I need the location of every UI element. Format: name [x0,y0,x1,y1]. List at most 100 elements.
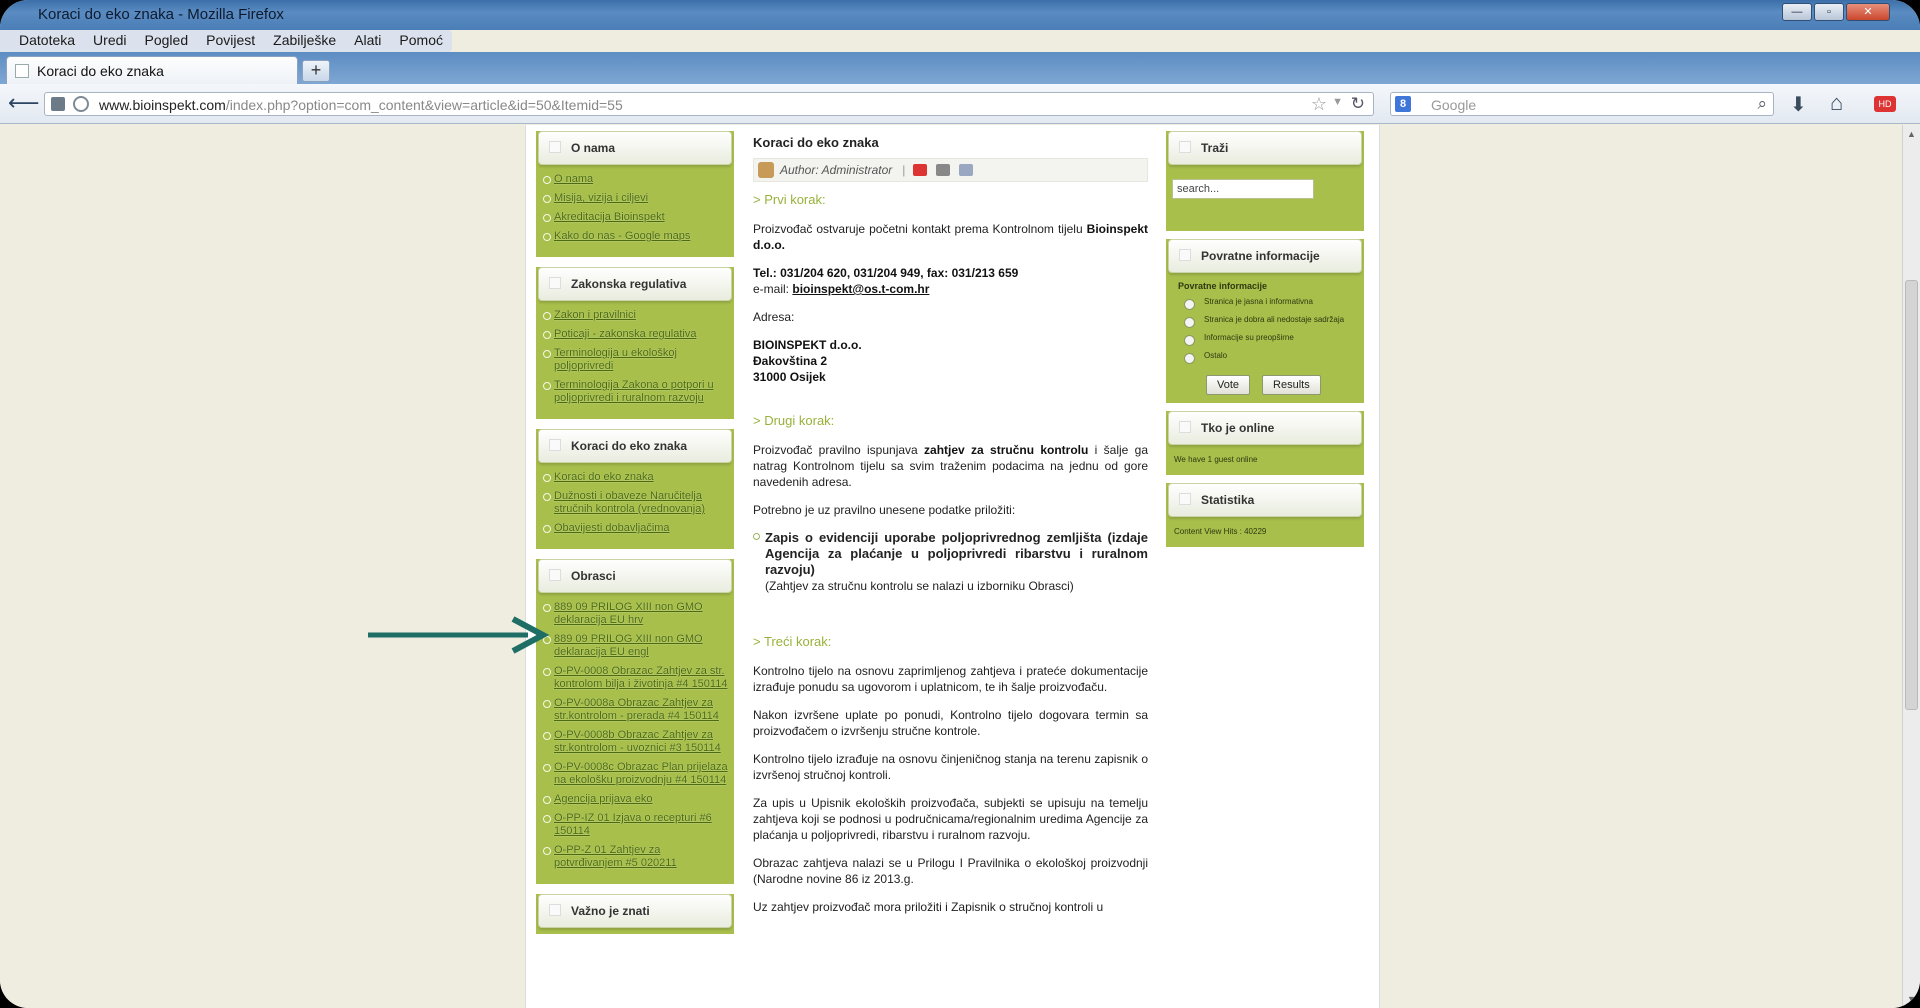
paragraph: Kontrolno tijelo na osnovu zaprimljenog … [753,664,1148,694]
online-text: We have 1 guest online [1174,455,1258,464]
module-header-icon [1179,141,1191,153]
menu-history[interactable]: Povijest [197,30,264,52]
module-title: Koraci do eko znaka [571,439,688,453]
pdf-icon[interactable] [913,164,928,176]
search-bar[interactable]: 8 Google ⌕ [1390,92,1774,116]
author-bar: Author: Administrator | [753,158,1148,182]
list-item: 889 09 PRILOG XIII non GMO deklaracija E… [542,633,728,659]
navigation-toolbar: ⟵ www.bioinspekt.com/index.php?option=co… [0,84,1920,124]
module-title: Obrasci [571,569,616,583]
nav-link[interactable]: 889 09 PRILOG XIII non GMO deklaracija E… [554,601,703,626]
nav-link[interactable]: Agencija prijava eko [554,793,652,805]
close-button[interactable]: ✕ [1846,3,1890,21]
poll-option[interactable]: Ostalo [1166,351,1364,369]
menu-help[interactable]: Pomoć [390,30,452,52]
tab-strip: Koraci do eko znaka + [0,52,1920,84]
address-label: Adresa: [753,310,795,324]
addon-icon[interactable]: HD [1874,96,1896,112]
poll-buttons: Vote Results [1166,369,1364,395]
step-heading: > Prvi korak: [753,192,826,207]
poll-option[interactable]: Stranica je jasna i informativna [1166,297,1364,315]
scroll-down-arrow-icon[interactable]: ▼ [1907,994,1916,1004]
nav-link[interactable]: Kako do nas - Google maps [554,230,690,242]
nav-link[interactable]: O-PV-0008a Obrazac Zahtjev za str.kontro… [554,697,719,722]
new-tab-button[interactable]: + [302,60,330,82]
nav-link-current[interactable]: Koraci do eko znaka [554,471,654,483]
list-item: Zakon i pravilnici [542,309,728,322]
vote-button[interactable]: Vote [1206,375,1251,395]
nav-link[interactable]: Poticaji - zakonska regulativa [554,328,696,340]
module-obrasci: Obrasci 889 09 PRILOG XIII non GMO dekla… [536,559,734,884]
home-icon[interactable]: ⌂ [1830,90,1843,116]
list-item: O-PP-IZ 01 Izjava o recepturi #6 150114 [542,812,728,838]
nav-link[interactable]: O-PV-0008b Obrazac Zahtjev za str.kontro… [554,729,721,754]
radio-button[interactable] [1184,353,1195,364]
module-vazno-je-znati: Važno je znati [536,894,734,934]
window-controls: — ▫ ✕ [1782,3,1890,21]
minimize-button[interactable]: — [1782,3,1812,21]
paragraph: Proizvođač pravilno ispunjava zahtjev za… [753,443,1148,489]
maximize-button[interactable]: ▫ [1814,3,1844,21]
url-text[interactable]: www.bioinspekt.com/index.php?option=com_… [99,97,623,113]
tab-active[interactable]: Koraci do eko znaka [6,56,298,84]
module-title: Tko je online [1201,421,1275,435]
menu-file[interactable]: Datoteka [10,30,84,52]
search-icon[interactable]: ⌕ [1757,94,1767,114]
radio-button[interactable] [1184,317,1195,328]
radio-button[interactable] [1184,299,1195,310]
bookmark-star-icon[interactable]: ☆ [1311,94,1327,115]
vertical-scrollbar[interactable]: ▲ ▼ [1902,125,1920,1008]
page-icon [15,63,29,78]
list-item: O-PP-Z 01 Zahtjev za potvrđivanjem #5 02… [542,844,728,870]
nav-link[interactable]: 889 09 PRILOG XIII non GMO deklaracija E… [554,633,703,658]
step-heading: > Drugi korak: [753,413,835,428]
list-item: O-PV-0008 Obrazac Zahtjev za str. kontro… [542,665,728,691]
poll-option[interactable]: Informacije su preopširne [1166,333,1364,351]
email-icon[interactable] [959,164,974,176]
reload-icon[interactable]: ↻ [1351,94,1365,114]
paragraph: Kontrolno tijelo izrađuje na osnovu činj… [753,752,1148,782]
radio-button[interactable] [1184,335,1195,346]
nav-link[interactable]: Zakon i pravilnici [554,309,636,321]
menu-bookmarks[interactable]: Zabilješke [264,30,345,52]
menu-edit[interactable]: Uredi [84,30,135,52]
nav-link[interactable]: Terminologija u ekološkoj poljoprivredi [554,347,677,372]
module-header: Obrasci [538,559,732,593]
email-link[interactable]: bioinspekt@os.t-com.hr [792,282,929,296]
list-item: Obavijesti dobavljačima [542,522,728,535]
author-icon [758,162,774,178]
poll-option[interactable]: Stranica je dobra ali nedostaje sadržaja [1166,315,1364,333]
url-bar[interactable]: www.bioinspekt.com/index.php?option=com_… [44,92,1374,116]
nav-link[interactable]: Dužnosti i obaveze Naručitelja stručnih … [554,490,705,515]
site-identity-icon[interactable] [51,97,65,111]
paragraph: Nakon izvršene uplate po ponudi, Kontrol… [753,708,1148,738]
window-titlebar: Koraci do eko znaka - Mozilla Firefox — … [0,0,1920,30]
menu-tools[interactable]: Alati [345,30,390,52]
nav-link[interactable]: O-PP-Z 01 Zahtjev za potvrđivanjem #5 02… [554,844,677,869]
nav-link[interactable]: O nama [554,173,593,185]
print-icon[interactable] [936,164,951,176]
nav-link[interactable]: O-PV-0008 Obrazac Zahtjev za str. kontro… [554,665,727,690]
nav-link[interactable]: Terminologija Zakona o potpori u poljopr… [554,379,714,404]
module-header-icon [549,141,561,153]
page-viewport: O nama O nama Misija, vizija i ciljevi A… [0,125,1902,1008]
list-item: 889 09 PRILOG XIII non GMO deklaracija E… [542,601,728,627]
site-search-input[interactable]: search... [1172,179,1314,199]
results-button[interactable]: Results [1262,375,1321,395]
search-input[interactable]: Google [1431,97,1476,113]
scrollbar-thumb[interactable] [1905,280,1918,710]
back-arrow-icon[interactable]: ⟵ [8,92,40,116]
google-icon[interactable]: 8 [1395,96,1411,112]
module-header-icon [549,439,561,451]
scroll-up-arrow-icon[interactable]: ▲ [1907,129,1916,139]
menu-view[interactable]: Pogled [136,30,198,52]
paragraph: Uz zahtjev proizvođač mora priložiti i Z… [753,900,1104,914]
nav-link[interactable]: O-PP-IZ 01 Izjava o recepturi #6 150114 [554,812,712,837]
nav-link[interactable]: Obavijesti dobavljačima [554,522,670,534]
list-item: Terminologija Zakona o potpori u poljopr… [542,379,728,405]
download-icon[interactable]: ⬇ [1790,92,1807,117]
nav-link[interactable]: Akreditacija Bioinspekt [554,211,665,223]
nav-link[interactable]: Misija, vizija i ciljevi [554,192,648,204]
url-dropdown-icon[interactable]: ▼ [1332,96,1343,108]
nav-link[interactable]: O-PV-0008c Obrazac Plan prijelaza na eko… [554,761,728,786]
